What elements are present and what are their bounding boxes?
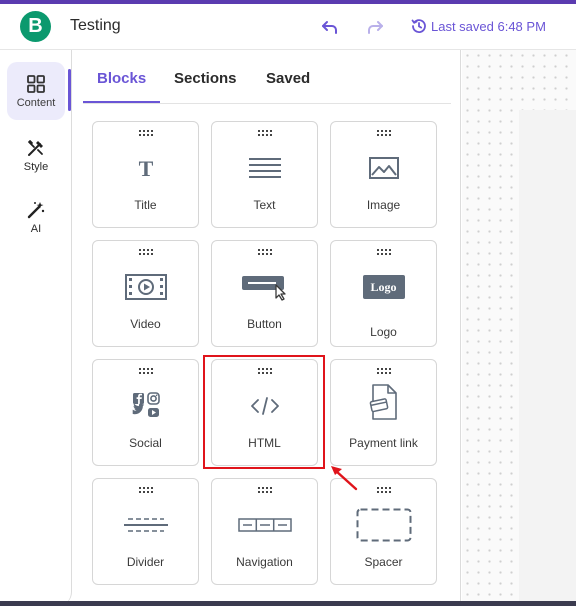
panel-tabs: Blocks Sections Saved xyxy=(83,50,451,104)
drag-handle-icon[interactable] xyxy=(139,130,153,136)
redo-icon[interactable] xyxy=(366,18,384,36)
drag-handle-icon[interactable] xyxy=(139,487,153,493)
block-label: Image xyxy=(366,198,401,212)
block-card-button[interactable]: Button xyxy=(211,240,318,347)
block-label: Social xyxy=(129,436,162,450)
rail-scroll-indicator xyxy=(68,69,71,111)
spacer-icon xyxy=(331,507,436,543)
block-label: Button xyxy=(247,317,282,331)
block-label: Navigation xyxy=(236,555,293,569)
svg-text:T: T xyxy=(138,157,153,179)
canvas-page[interactable] xyxy=(519,110,576,606)
active-tab-underline xyxy=(83,101,160,103)
image-icon xyxy=(331,150,436,186)
rail-item-ai[interactable]: AI xyxy=(7,188,65,246)
drag-handle-icon[interactable] xyxy=(377,368,391,374)
block-card-text[interactable]: Text xyxy=(211,121,318,228)
block-label: Spacer xyxy=(364,555,403,569)
navigation-icon xyxy=(212,507,317,543)
drag-handle-icon[interactable] xyxy=(377,130,391,136)
divider-icon xyxy=(93,507,198,543)
brand-logo[interactable]: B xyxy=(20,11,51,42)
drag-handle-icon[interactable] xyxy=(139,368,153,374)
block-card-image[interactable]: Image xyxy=(330,121,437,228)
magic-wand-icon xyxy=(27,201,45,218)
drag-handle-icon[interactable] xyxy=(377,249,391,255)
video-icon xyxy=(93,269,198,305)
block-label: Video xyxy=(130,317,161,331)
history-icon[interactable] xyxy=(411,18,427,34)
annotation-arrow-icon xyxy=(331,466,358,491)
tab-blocks[interactable]: Blocks xyxy=(97,70,146,87)
block-card-spacer[interactable]: Spacer xyxy=(330,478,437,585)
header: B Testing Last saved 6:48 PM xyxy=(0,4,576,50)
undo-icon[interactable] xyxy=(321,18,339,36)
tab-sections[interactable]: Sections xyxy=(174,70,237,87)
block-card-video[interactable]: Video xyxy=(92,240,199,347)
campaign-title[interactable]: Testing xyxy=(70,17,121,35)
logo-icon-text: Logo xyxy=(362,275,405,299)
drag-handle-icon[interactable] xyxy=(258,487,272,493)
title-icon: T xyxy=(93,150,198,186)
save-status: Last saved 6:48 PM xyxy=(431,19,546,34)
drag-handle-icon[interactable] xyxy=(258,249,272,255)
block-label: Text xyxy=(253,198,276,212)
logo-icon: Logo xyxy=(331,269,436,305)
drag-handle-icon[interactable] xyxy=(139,249,153,255)
block-card-divider[interactable]: Divider xyxy=(92,478,199,585)
block-card-social[interactable]: Social xyxy=(92,359,199,466)
grid-icon xyxy=(27,74,45,93)
highlight-box xyxy=(203,355,325,469)
rail-item-content[interactable]: Content xyxy=(7,62,65,120)
block-label: Title xyxy=(134,198,157,212)
drag-handle-icon[interactable] xyxy=(258,130,272,136)
rail-item-label: Style xyxy=(23,160,49,173)
block-label: Divider xyxy=(126,555,165,569)
block-card-payment-link[interactable]: Payment link xyxy=(330,359,437,466)
text-icon xyxy=(212,150,317,186)
drag-handle-icon[interactable] xyxy=(377,487,391,493)
rail-item-label: AI xyxy=(30,222,42,235)
rail-item-label: Content xyxy=(16,96,56,109)
block-card-logo[interactable]: Logo Logo xyxy=(330,240,437,347)
block-label: Logo xyxy=(370,325,397,339)
left-rail: Content Style AI xyxy=(0,50,72,606)
payment-link-icon xyxy=(331,384,436,420)
tab-saved[interactable]: Saved xyxy=(266,70,310,87)
button-icon xyxy=(212,269,317,305)
brush-icon xyxy=(28,139,43,156)
block-card-navigation[interactable]: Navigation xyxy=(211,478,318,585)
social-icon xyxy=(93,388,198,424)
rail-item-style[interactable]: Style xyxy=(7,126,65,184)
bottom-taskbar-strip xyxy=(0,601,576,606)
block-card-title[interactable]: T Title xyxy=(92,121,199,228)
block-label: Payment link xyxy=(349,436,418,450)
